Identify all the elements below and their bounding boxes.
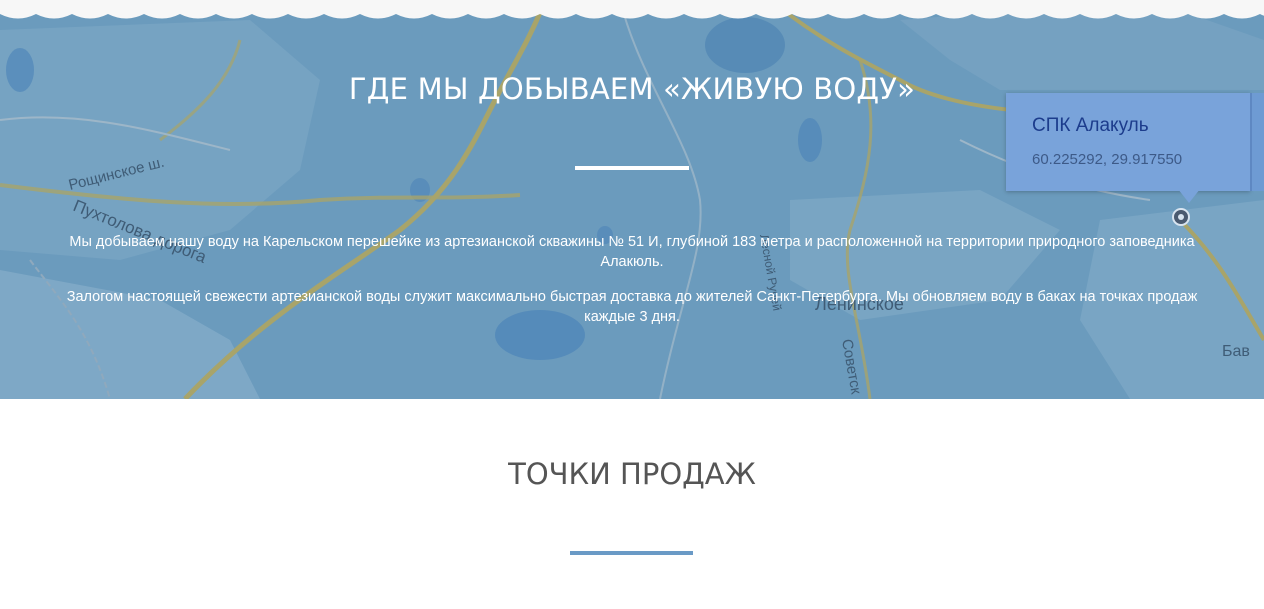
popup-tail — [1178, 189, 1200, 203]
popup-title: СПК Алакуль — [1032, 115, 1149, 136]
hero-paragraph-2: Залогом настоящей свежести артезианской … — [66, 289, 1198, 325]
map-location-popup[interactable]: СПК Алакуль 60.225292, 29.917550 — [1006, 93, 1250, 203]
hero-paragraph-1: Мы добываем нашу воду на Карельском пере… — [69, 234, 1195, 270]
hero-title-underline — [575, 166, 689, 170]
sales-title-underline — [570, 551, 693, 555]
wave-divider — [0, 0, 1264, 19]
sales-points-title: ТОЧКИ ПРОДАЖ — [508, 457, 756, 491]
popup-scroll-edge — [1250, 93, 1264, 191]
popup-coordinates: 60.225292, 29.917550 — [1032, 151, 1183, 168]
map-label-bav: Бав — [1222, 343, 1250, 360]
map-background[interactable]: Рощинское ш. Пухтолова дорога Ленинское … — [0, 0, 1264, 399]
map-section: Рощинское ш. Пухтолова дорога Ленинское … — [0, 0, 1264, 399]
map-pin-icon[interactable] — [1172, 208, 1190, 226]
